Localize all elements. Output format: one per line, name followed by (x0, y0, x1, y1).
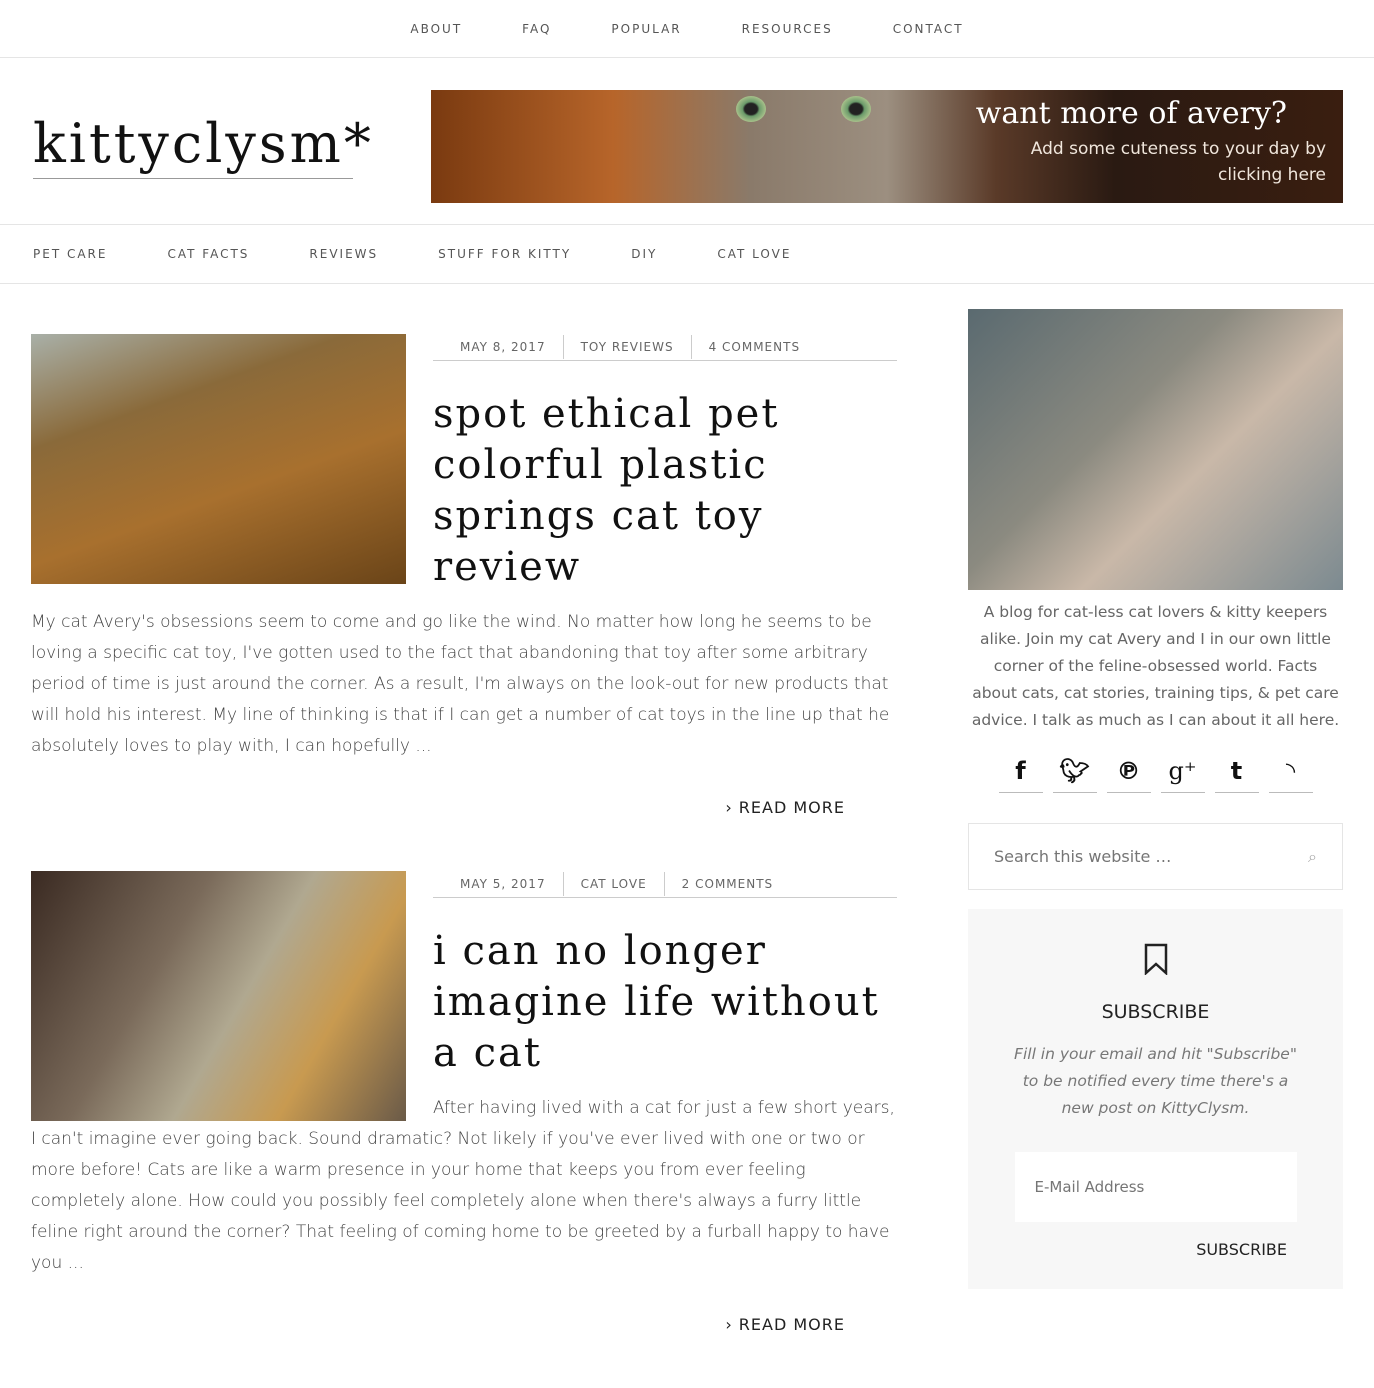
cat-stuff-for-kitty[interactable]: STUFF FOR KITTY (438, 247, 571, 261)
search-input[interactable] (994, 847, 1274, 866)
banner-subtitle: Add some cuteness to your day by clickin… (1030, 139, 1326, 185)
search-icon[interactable]: ⌕ (1308, 847, 1317, 867)
category-nav: PET CARE CAT FACTS REVIEWS STUFF FOR KIT… (0, 225, 1374, 284)
tumblr-icon[interactable]: t (1214, 756, 1259, 793)
nav-about[interactable]: ABOUT (410, 22, 462, 36)
email-field[interactable] (1014, 1152, 1297, 1222)
sidebar: A blog for cat-less cat lovers & kitty k… (968, 309, 1343, 1289)
post-date: MAY 8, 2017 (460, 340, 546, 354)
subscribe-button[interactable]: SUBSCRIBE (968, 1240, 1343, 1259)
site-header: kittyclysm* want more of avery? Add some… (0, 58, 1374, 225)
social-links: f 🐦︎ ℗ g⁺ t ◝ (968, 756, 1343, 793)
nav-faq[interactable]: FAQ (522, 22, 551, 36)
cat-eye (841, 96, 871, 122)
cat-pet-care[interactable]: PET CARE (33, 247, 107, 261)
cat-diy[interactable]: DIY (631, 247, 657, 261)
read-more-label: READ MORE (738, 1315, 845, 1334)
cat-cat-facts[interactable]: CAT FACTS (167, 247, 249, 261)
post-list: MAY 8, 2017 TOY REVIEWS 4 COMMENTS spot … (31, 334, 897, 1388)
post-thumbnail[interactable] (31, 334, 406, 584)
nav-popular[interactable]: POPULAR (611, 22, 681, 36)
post-meta: MAY 8, 2017 TOY REVIEWS 4 COMMENTS (433, 334, 897, 361)
chevron-right-icon: › (725, 798, 739, 817)
nav-resources[interactable]: RESOURCES (742, 22, 833, 36)
cat-reviews[interactable]: REVIEWS (309, 247, 378, 261)
site-logo[interactable]: kittyclysm* (33, 110, 371, 179)
post-excerpt: My cat Avery's obsessions seem to come a… (31, 612, 890, 756)
google-plus-icon[interactable]: g⁺ (1160, 756, 1205, 793)
chevron-right-icon: › (725, 1315, 739, 1334)
post-comments[interactable]: 2 COMMENTS (663, 872, 791, 896)
twitter-icon[interactable]: 🐦︎ (1052, 756, 1097, 793)
subscribe-widget: SUBSCRIBE Fill in your email and hit "Su… (968, 909, 1343, 1289)
post: MAY 5, 2017 CAT LOVE 2 COMMENTS i can no… (31, 871, 897, 1334)
rss-icon[interactable]: ◝ (1268, 756, 1313, 793)
avatar-photo (968, 309, 1343, 590)
cat-cat-love[interactable]: CAT LOVE (717, 247, 791, 261)
read-more-link[interactable]: › READ MORE (31, 798, 897, 817)
search-box: ⌕ (968, 823, 1343, 890)
top-nav: ABOUT FAQ POPULAR RESOURCES CONTACT (0, 0, 1374, 58)
pinterest-icon[interactable]: ℗ (1106, 756, 1151, 793)
post-meta: MAY 5, 2017 CAT LOVE 2 COMMENTS (433, 871, 897, 898)
read-more-label: READ MORE (738, 798, 845, 817)
post-thumbnail[interactable] (31, 871, 406, 1121)
facebook-icon[interactable]: f (998, 756, 1043, 793)
post: MAY 8, 2017 TOY REVIEWS 4 COMMENTS spot … (31, 334, 897, 817)
bookmark-icon (1144, 943, 1167, 976)
post-category[interactable]: TOY REVIEWS (562, 335, 691, 359)
banner-title: want more of avery? (975, 96, 1287, 131)
cat-eye (736, 96, 766, 122)
nav-contact[interactable]: CONTACT (893, 22, 964, 36)
subscribe-title: SUBSCRIBE (1101, 1001, 1210, 1023)
post-comments[interactable]: 4 COMMENTS (690, 335, 818, 359)
read-more-link[interactable]: › READ MORE (31, 1315, 897, 1334)
post-category[interactable]: CAT LOVE (562, 872, 664, 896)
about-text: A blog for cat-less cat lovers & kitty k… (971, 603, 1340, 729)
subscribe-text: Fill in your email and hit "Subscribe" t… (1014, 1045, 1297, 1117)
avery-banner[interactable]: want more of avery? Add some cuteness to… (431, 90, 1343, 203)
post-date: MAY 5, 2017 (460, 877, 546, 891)
